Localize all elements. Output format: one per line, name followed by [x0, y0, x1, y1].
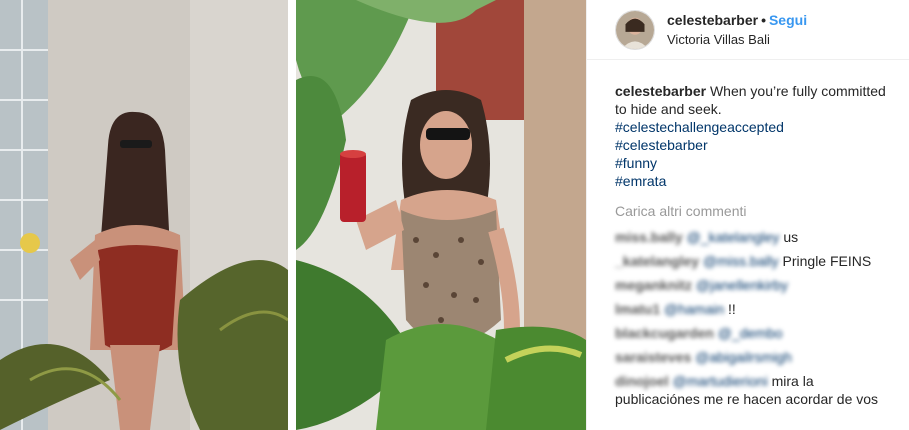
comment-username[interactable]: saraisteves	[615, 349, 691, 365]
comment: _katelangley @miss.bally Pringle FEINS	[615, 252, 895, 270]
comment-username[interactable]: miss.bally	[615, 229, 683, 245]
comment: miss.bally @_katelangley us	[615, 228, 895, 246]
comment-username[interactable]: meganknitz	[615, 277, 692, 293]
avatar[interactable]	[615, 9, 655, 50]
comment: saraisteves @abigailrsmigh	[615, 348, 895, 366]
post-side-panel: celestebarber • Segui Victoria Villas Bali…	[586, 0, 909, 430]
instagram-post: celestebarber • Segui Victoria Villas Bali…	[0, 0, 909, 430]
hashtag-link[interactable]: #emrata	[615, 172, 895, 190]
comment-mention[interactable]: @miss.bally	[703, 253, 779, 269]
hashtag-link[interactable]: #celestechallengeaccepted	[615, 118, 895, 136]
comment-mention[interactable]: @martudierioni	[673, 373, 768, 389]
location-link[interactable]: Victoria Villas Bali	[667, 31, 807, 49]
comment-mention[interactable]: @hamain	[664, 301, 724, 317]
caption: celestebarber When you’re fully committe…	[615, 82, 895, 190]
comment: meganknitz @janellenkirby	[615, 276, 895, 294]
load-more-comments[interactable]: Carica altri commenti	[615, 202, 895, 220]
comment: blackcugarden @_dembo	[615, 324, 895, 342]
hashtag-link[interactable]: #funny	[615, 154, 895, 172]
comments-section: celestebarber When you’re fully committe…	[587, 60, 909, 408]
comment-mention[interactable]: @janellenkirby	[696, 277, 788, 293]
photo-right-parody	[296, 0, 586, 430]
comment: dinojoel @martudierioni mira la publicac…	[615, 372, 895, 408]
comment-username[interactable]: _katelangley	[615, 253, 699, 269]
comment-mention[interactable]: @_katelangley	[687, 229, 780, 245]
comment-username[interactable]: lmatu1	[615, 301, 660, 317]
comment-text: us	[783, 229, 799, 245]
follow-button[interactable]: Segui	[769, 12, 807, 28]
comment-text: Pringle FEINS	[782, 253, 872, 269]
comment-text: !!	[728, 301, 736, 317]
comment-username[interactable]: blackcugarden	[615, 325, 714, 341]
comment: lmatu1 @hamain !!	[615, 300, 895, 318]
comment-username[interactable]: dinojoel	[615, 373, 669, 389]
hashtag-link[interactable]: #celestebarber	[615, 136, 895, 154]
photo-left-original	[0, 0, 288, 430]
post-photo[interactable]	[0, 0, 586, 430]
post-header: celestebarber • Segui Victoria Villas Bali	[587, 0, 909, 60]
comment-mention[interactable]: @abigailrsmigh	[695, 349, 792, 365]
header-top: celestebarber • Segui	[667, 11, 807, 29]
separator-dot: •	[761, 11, 766, 28]
comment-mention[interactable]: @_dembo	[718, 325, 783, 341]
header-username[interactable]: celestebarber	[667, 12, 758, 28]
header-text: celestebarber • Segui Victoria Villas Bali	[667, 11, 807, 49]
caption-username[interactable]: celestebarber	[615, 83, 706, 99]
